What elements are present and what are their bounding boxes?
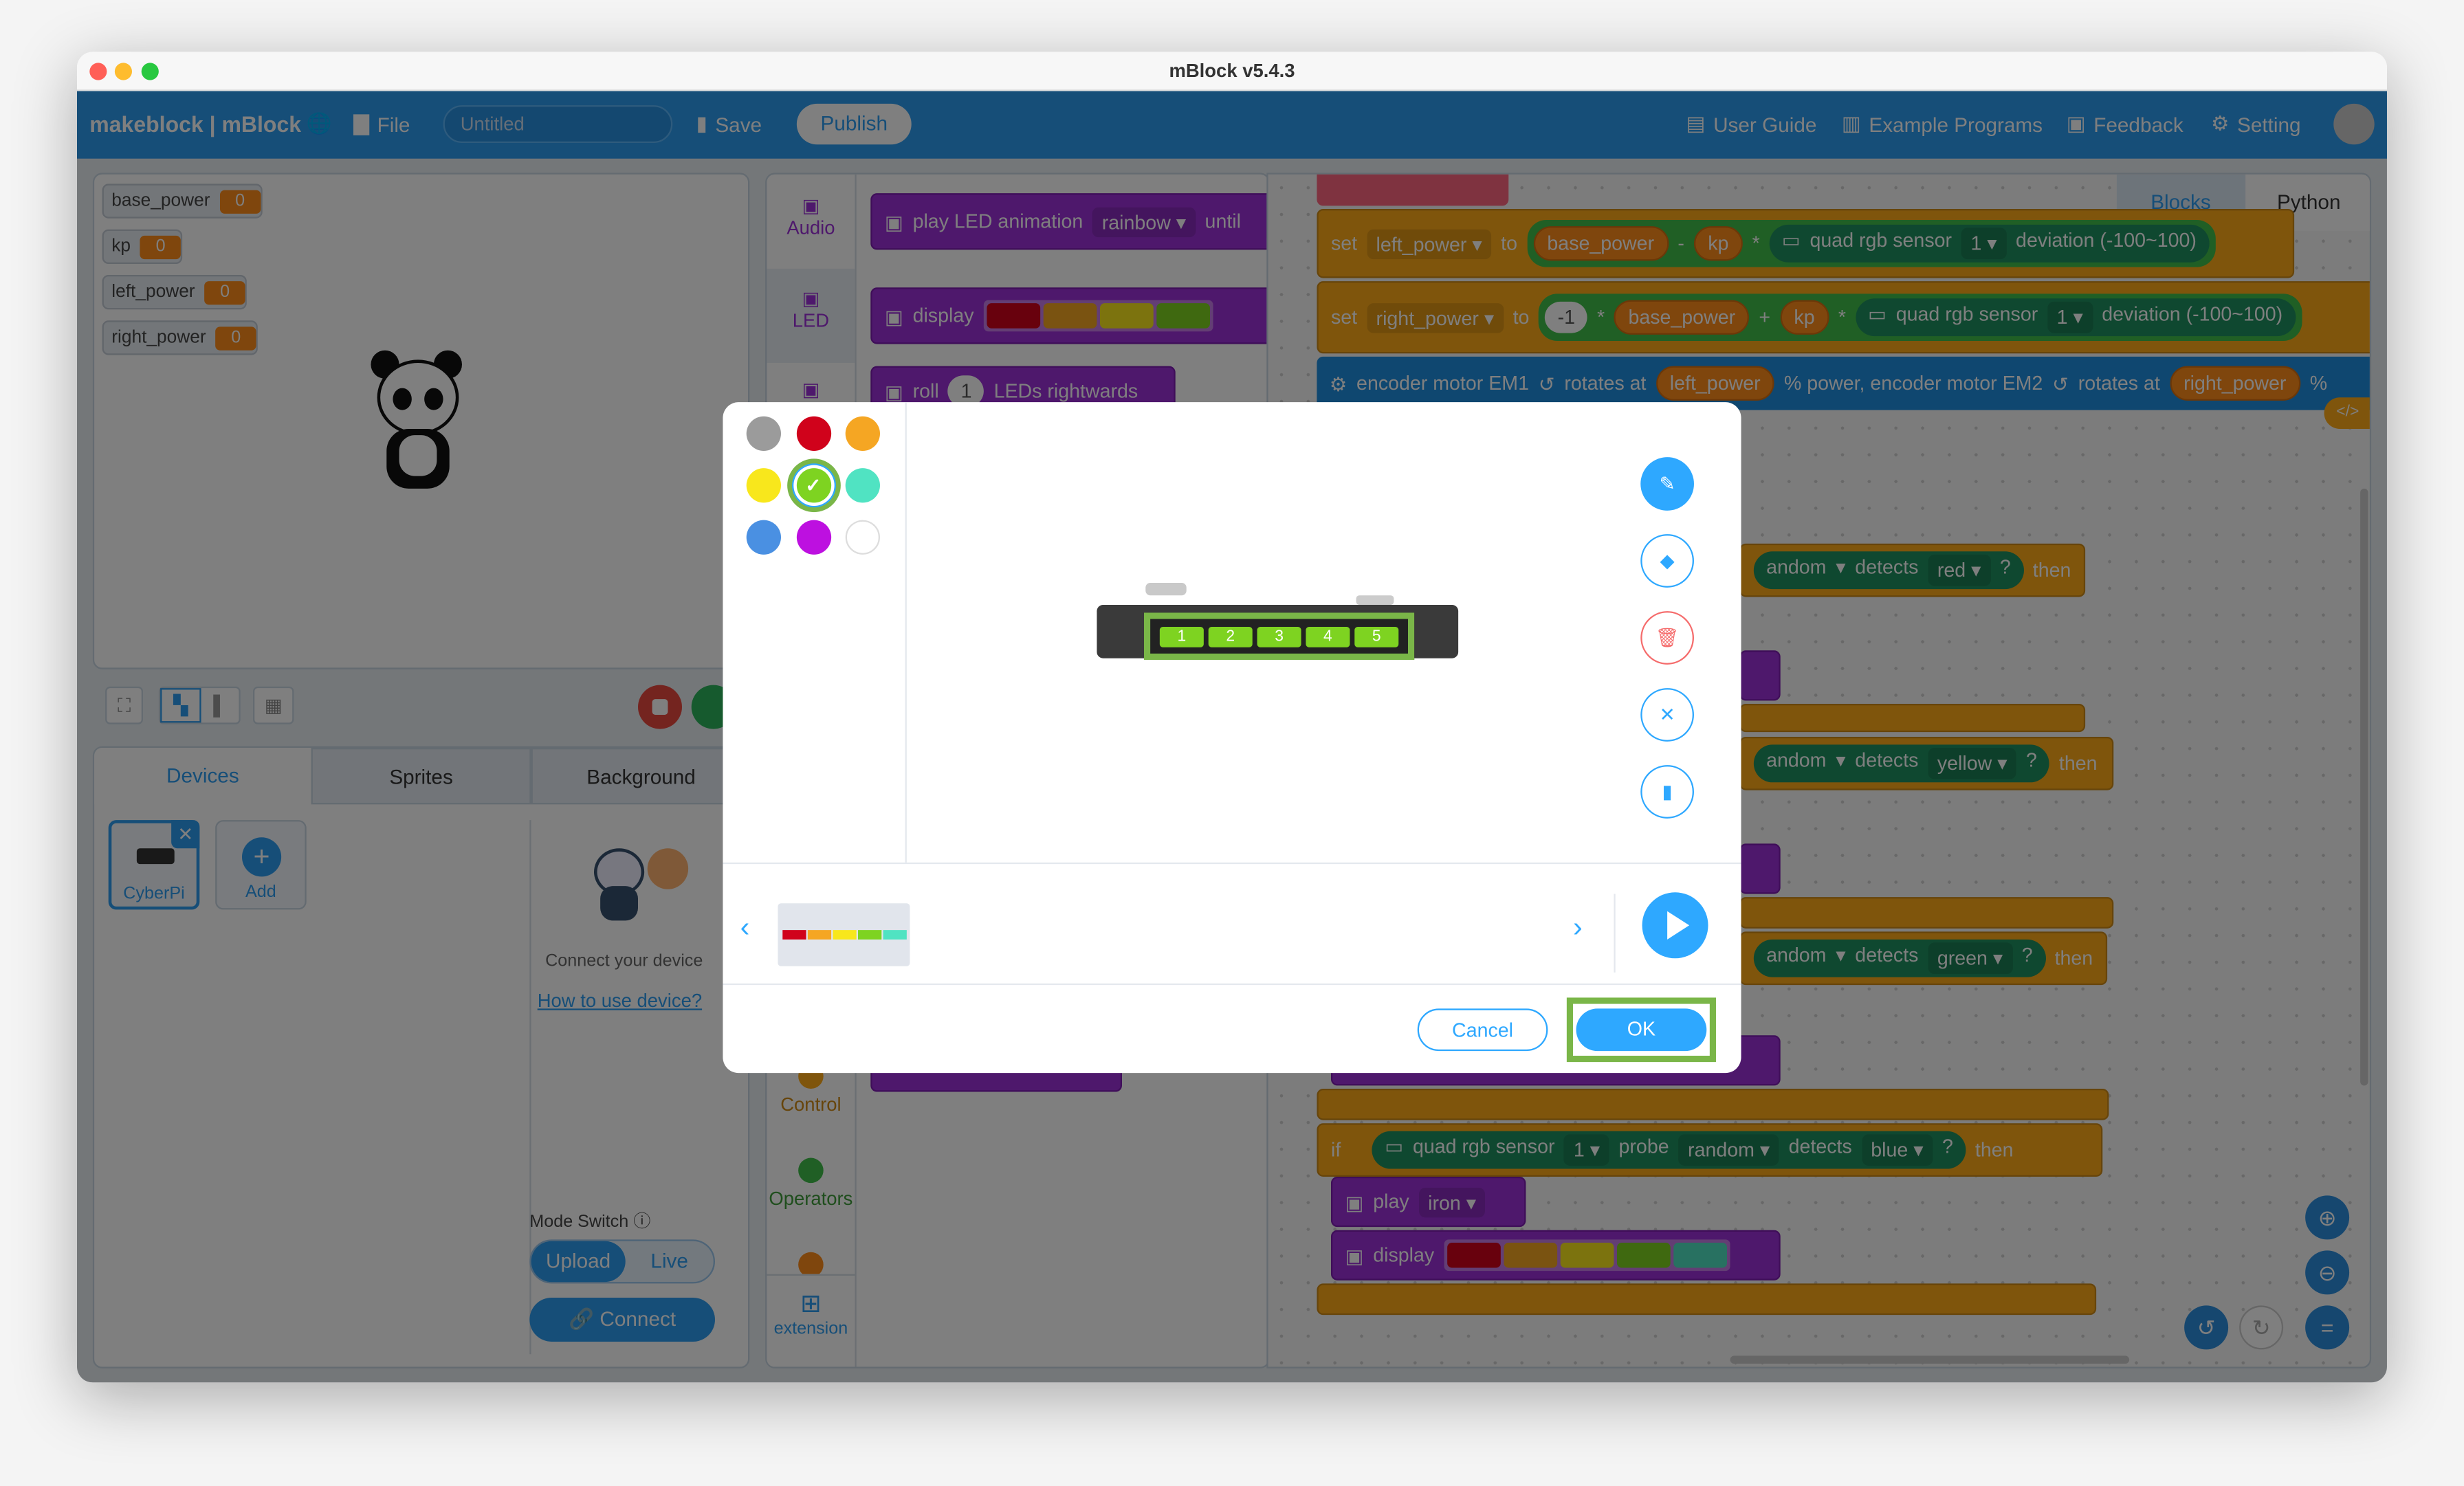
play-animation-button[interactable]: [1642, 892, 1708, 959]
led-animation-editor-dialog: 12345 ‹ › Cancel OK ✓ ✎ ◆ 🗑 ✕ ▮: [723, 402, 1741, 1074]
minimize-window-button[interactable]: [114, 63, 132, 80]
led-2[interactable]: 2: [1208, 625, 1253, 647]
play-icon: [1667, 911, 1690, 940]
led-5[interactable]: 5: [1354, 625, 1399, 647]
eraser-icon[interactable]: ◆: [1640, 534, 1694, 588]
led-3[interactable]: 3: [1257, 625, 1301, 647]
window-title: mBlock v5.4.3: [1169, 59, 1295, 82]
color-swatch[interactable]: [845, 416, 880, 451]
led-1[interactable]: 1: [1159, 625, 1204, 647]
color-swatch[interactable]: [845, 520, 880, 555]
led-4[interactable]: 4: [1306, 625, 1350, 647]
ok-button[interactable]: OK: [1576, 1008, 1707, 1052]
frame-led: [857, 930, 881, 940]
color-swatch[interactable]: [746, 520, 781, 555]
led-row: 12345: [1143, 612, 1415, 660]
chevron-right-icon[interactable]: ›: [1573, 911, 1583, 944]
save-icon[interactable]: ▮: [1640, 765, 1694, 819]
color-swatch[interactable]: [746, 468, 781, 503]
color-swatch[interactable]: [746, 416, 781, 451]
led-strip-image: 12345: [1097, 582, 1459, 660]
frame-led: [832, 930, 856, 940]
trash-icon[interactable]: 🗑: [1640, 611, 1694, 665]
maximize-window-button[interactable]: [141, 63, 159, 80]
tools-icon[interactable]: ✕: [1640, 688, 1694, 742]
animation-frame-thumbnail[interactable]: [778, 903, 910, 966]
color-swatch[interactable]: [795, 416, 830, 451]
color-swatch[interactable]: [845, 468, 880, 503]
frame-led: [782, 930, 806, 940]
close-window-button[interactable]: [89, 63, 107, 80]
frame-led: [806, 930, 830, 940]
pen-icon[interactable]: ✎: [1640, 457, 1694, 511]
color-swatch[interactable]: [795, 520, 830, 555]
color-swatch[interactable]: ✓: [795, 468, 830, 503]
cancel-button[interactable]: Cancel: [1417, 1008, 1548, 1052]
check-icon: ✓: [805, 474, 822, 497]
chevron-left-icon[interactable]: ‹: [740, 911, 750, 944]
title-bar: mBlock v5.4.3: [76, 52, 2387, 91]
frame-led: [882, 930, 906, 940]
